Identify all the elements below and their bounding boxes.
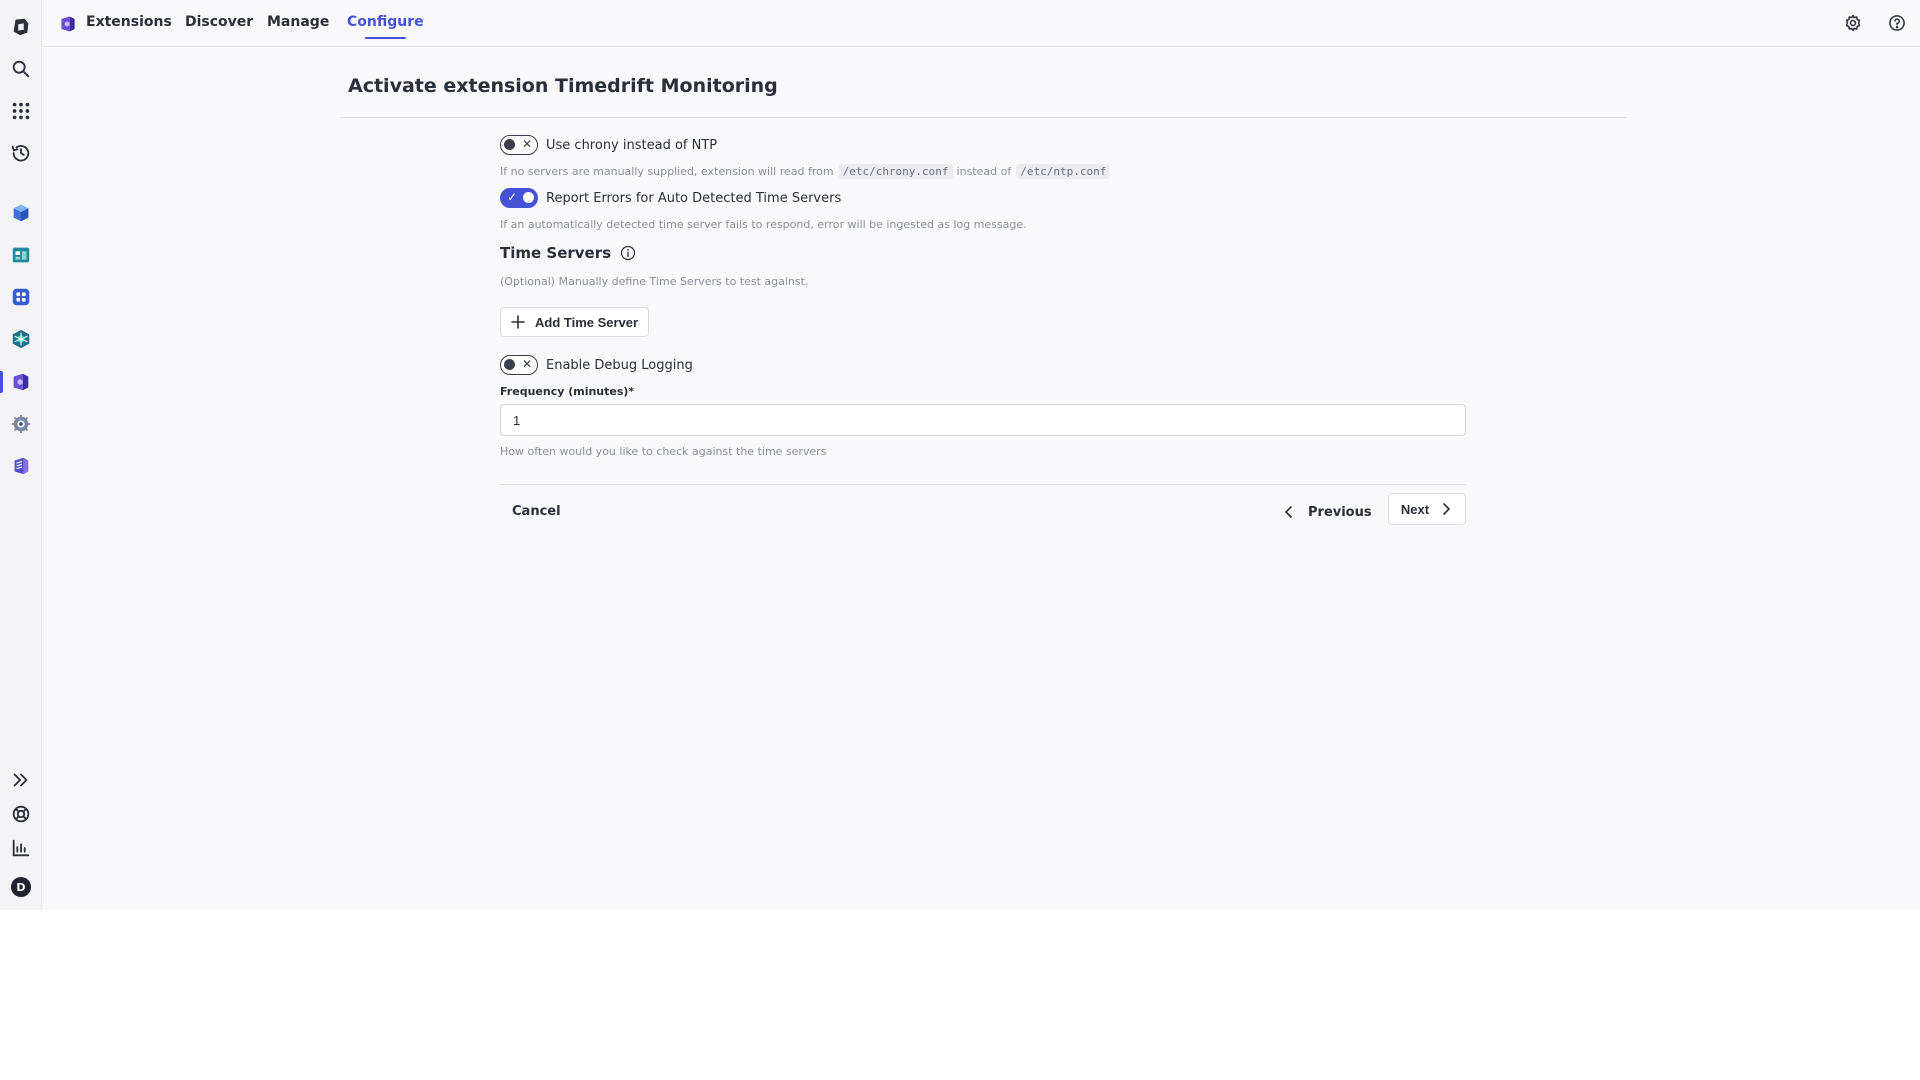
notebooks-app-icon[interactable] — [5, 450, 37, 482]
analytics-icon[interactable] — [5, 832, 37, 864]
frequency-label: Frequency (minutes)* — [500, 385, 635, 398]
extensions-app-icon — [58, 14, 78, 34]
support-icon[interactable] — [5, 798, 37, 830]
chrony-conf-path: /etc/chrony.conf — [838, 164, 953, 179]
dashboard-app-icon[interactable] — [5, 239, 37, 271]
footer-divider — [500, 484, 1466, 485]
debug-toggle-label: Enable Debug Logging — [546, 357, 693, 373]
time-servers-heading: Time Servers — [500, 244, 636, 262]
hub-app-icon[interactable] — [5, 281, 37, 313]
active-app-indicator — [0, 371, 3, 393]
add-time-server-label: Add Time Server — [535, 314, 639, 330]
frequency-input[interactable] — [500, 404, 1466, 436]
page-title: Activate extension Timedrift Monitoring — [348, 75, 778, 97]
toggle-knob — [504, 359, 515, 370]
report-errors-toggle[interactable]: ✓ — [500, 188, 538, 208]
chevron-right-icon — [1443, 503, 1450, 515]
info-icon[interactable] — [620, 245, 636, 261]
toggle-knob — [504, 139, 515, 150]
chrony-toggle-row: ✕ Use chrony instead of NTP — [500, 134, 717, 156]
left-rail: D — [0, 0, 42, 910]
cube-app-icon[interactable] — [5, 197, 37, 229]
next-label: Next — [1400, 501, 1430, 517]
chrony-help-text: If no servers are manually supplied, ext… — [500, 164, 1114, 179]
next-button[interactable]: Next — [1388, 493, 1466, 525]
debug-logging-toggle[interactable]: ✕ — [500, 355, 538, 375]
search-icon[interactable] — [5, 53, 37, 85]
add-time-server-button[interactable]: Add Time Server — [500, 307, 650, 337]
tab-discover[interactable]: Discover — [185, 13, 253, 35]
chrony-toggle[interactable]: ✕ — [500, 135, 538, 155]
tab-extensions[interactable]: Extensions — [86, 13, 172, 35]
top-bar: Extensions Discover Manage Configure — [42, 0, 1920, 47]
time-servers-help-text: (Optional) Manually define Time Servers … — [500, 275, 809, 288]
toggle-knob — [523, 192, 534, 203]
previous-button[interactable]: Previous — [1282, 497, 1372, 527]
debug-toggle-row: ✕ Enable Debug Logging — [500, 354, 693, 376]
extensions-app-icon[interactable] — [5, 366, 37, 398]
close-icon: ✕ — [522, 137, 533, 151]
user-initial: D — [11, 877, 31, 897]
frequency-help-text: How often would you like to check agains… — [500, 445, 827, 458]
chrony-help-middle: instead of — [956, 165, 1012, 178]
app-window: D Extensions Discover Manage Configure A… — [0, 0, 1920, 910]
dynatrace-logo-icon[interactable] — [5, 11, 37, 43]
chevron-left-icon — [1285, 506, 1292, 518]
report-errors-toggle-label: Report Errors for Auto Detected Time Ser… — [546, 190, 842, 206]
time-servers-title: Time Servers — [500, 244, 612, 262]
plus-icon — [511, 315, 525, 329]
tab-manage[interactable]: Manage — [267, 13, 329, 35]
apps-grid-icon[interactable] — [5, 95, 37, 127]
history-icon[interactable] — [5, 137, 37, 169]
previous-label: Previous — [1308, 504, 1372, 520]
settings-app-icon[interactable] — [5, 408, 37, 440]
close-icon: ✕ — [522, 357, 533, 371]
chrony-help-prefix: If no servers are manually supplied, ext… — [500, 165, 834, 178]
settings-gear-icon[interactable] — [1842, 12, 1864, 34]
check-icon: ✓ — [507, 190, 518, 204]
title-divider — [340, 117, 1627, 118]
cancel-button[interactable]: Cancel — [512, 497, 561, 527]
help-question-icon[interactable] — [1886, 12, 1908, 34]
report-errors-toggle-row: ✓ Report Errors for Auto Detected Time S… — [500, 187, 841, 209]
chrony-toggle-label: Use chrony instead of NTP — [546, 137, 718, 153]
report-errors-help-text: If an automatically detected time server… — [500, 218, 1027, 231]
ntp-conf-path: /etc/ntp.conf — [1016, 164, 1111, 179]
expand-chevrons-icon[interactable] — [5, 764, 37, 796]
tab-configure[interactable]: Configure — [347, 13, 424, 39]
kubernetes-app-icon[interactable] — [5, 323, 37, 355]
user-avatar[interactable]: D — [5, 871, 37, 903]
